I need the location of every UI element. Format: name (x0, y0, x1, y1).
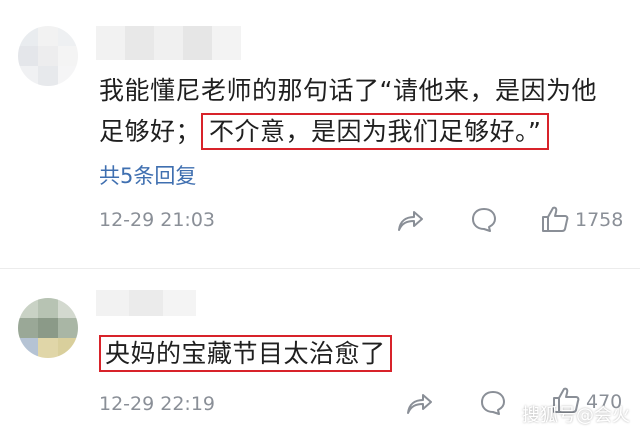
highlighted-comment: 央妈的宝藏节目太治愈了 (99, 335, 392, 372)
comment-text-line: 我能懂尼老师的那句话了“请他来，是因为他 (99, 76, 597, 105)
view-replies-link[interactable]: 共5条回复 (99, 160, 196, 190)
comment-timestamp: 12-29 21:03 (99, 209, 216, 231)
comment-text-prefix: 足够好； (99, 117, 202, 146)
highlighted-quote: 不介意，是因为我们足够好。” (201, 113, 550, 150)
avatar[interactable] (18, 298, 78, 358)
comment-timestamp: 12-29 22:19 (99, 393, 216, 415)
share-icon[interactable] (396, 207, 424, 233)
username-blurred[interactable] (96, 290, 196, 316)
comment-icon[interactable] (470, 206, 498, 234)
comment-text-line: 足够好； 不介意，是因为我们足够好。” (99, 112, 550, 152)
avatar[interactable] (18, 26, 78, 86)
share-icon[interactable] (405, 390, 433, 416)
watermark: 搜狐号@会火 (522, 405, 630, 426)
comment-divider (0, 268, 640, 269)
comment-icon[interactable] (479, 389, 507, 417)
username-blurred[interactable] (96, 26, 241, 60)
comment-text-line: 央妈的宝藏节目太治愈了 (99, 334, 392, 374)
like-icon[interactable] (540, 204, 570, 234)
like-count: 1758 (575, 209, 624, 231)
